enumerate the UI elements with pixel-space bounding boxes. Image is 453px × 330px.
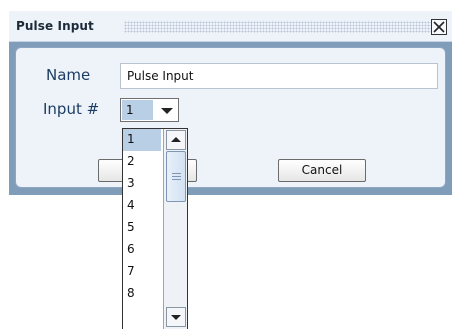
- scroll-thumb[interactable]: [166, 151, 186, 202]
- input-number-select[interactable]: 1: [120, 98, 179, 122]
- dropdown-option[interactable]: 2: [123, 151, 161, 173]
- scroll-up-icon[interactable]: [166, 130, 186, 150]
- dropdown-option[interactable]: 6: [123, 239, 161, 261]
- dropdown-scrollbar[interactable]: [163, 129, 187, 329]
- input-number-value: 1: [122, 100, 153, 120]
- input-number-label: Input #: [43, 100, 100, 118]
- dropdown-option[interactable]: 1: [123, 129, 161, 151]
- dropdown-option[interactable]: 5: [123, 217, 161, 239]
- scroll-down-icon[interactable]: [166, 307, 186, 327]
- chevron-down-icon[interactable]: [157, 100, 177, 120]
- cancel-button[interactable]: Cancel: [278, 159, 366, 182]
- dialog-title: Pulse Input: [16, 19, 94, 33]
- dropdown-option[interactable]: 4: [123, 195, 161, 217]
- input-number-dropdown-list: 1 2 3 4 5 6 7 8: [122, 128, 188, 329]
- dropdown-option[interactable]: 8: [123, 283, 161, 305]
- name-field[interactable]: Pulse Input: [120, 63, 438, 89]
- form-panel: Name Pulse Input Input # 1 Cancel: [15, 47, 446, 188]
- name-label: Name: [46, 66, 91, 84]
- title-bar-grip: [124, 21, 431, 33]
- pulse-input-dialog: Pulse Input Name Pulse Input Input # 1 C…: [9, 11, 452, 195]
- close-icon[interactable]: [431, 19, 447, 35]
- dropdown-option[interactable]: 3: [123, 173, 161, 195]
- dropdown-option[interactable]: 7: [123, 261, 161, 283]
- title-bar[interactable]: Pulse Input: [9, 11, 452, 42]
